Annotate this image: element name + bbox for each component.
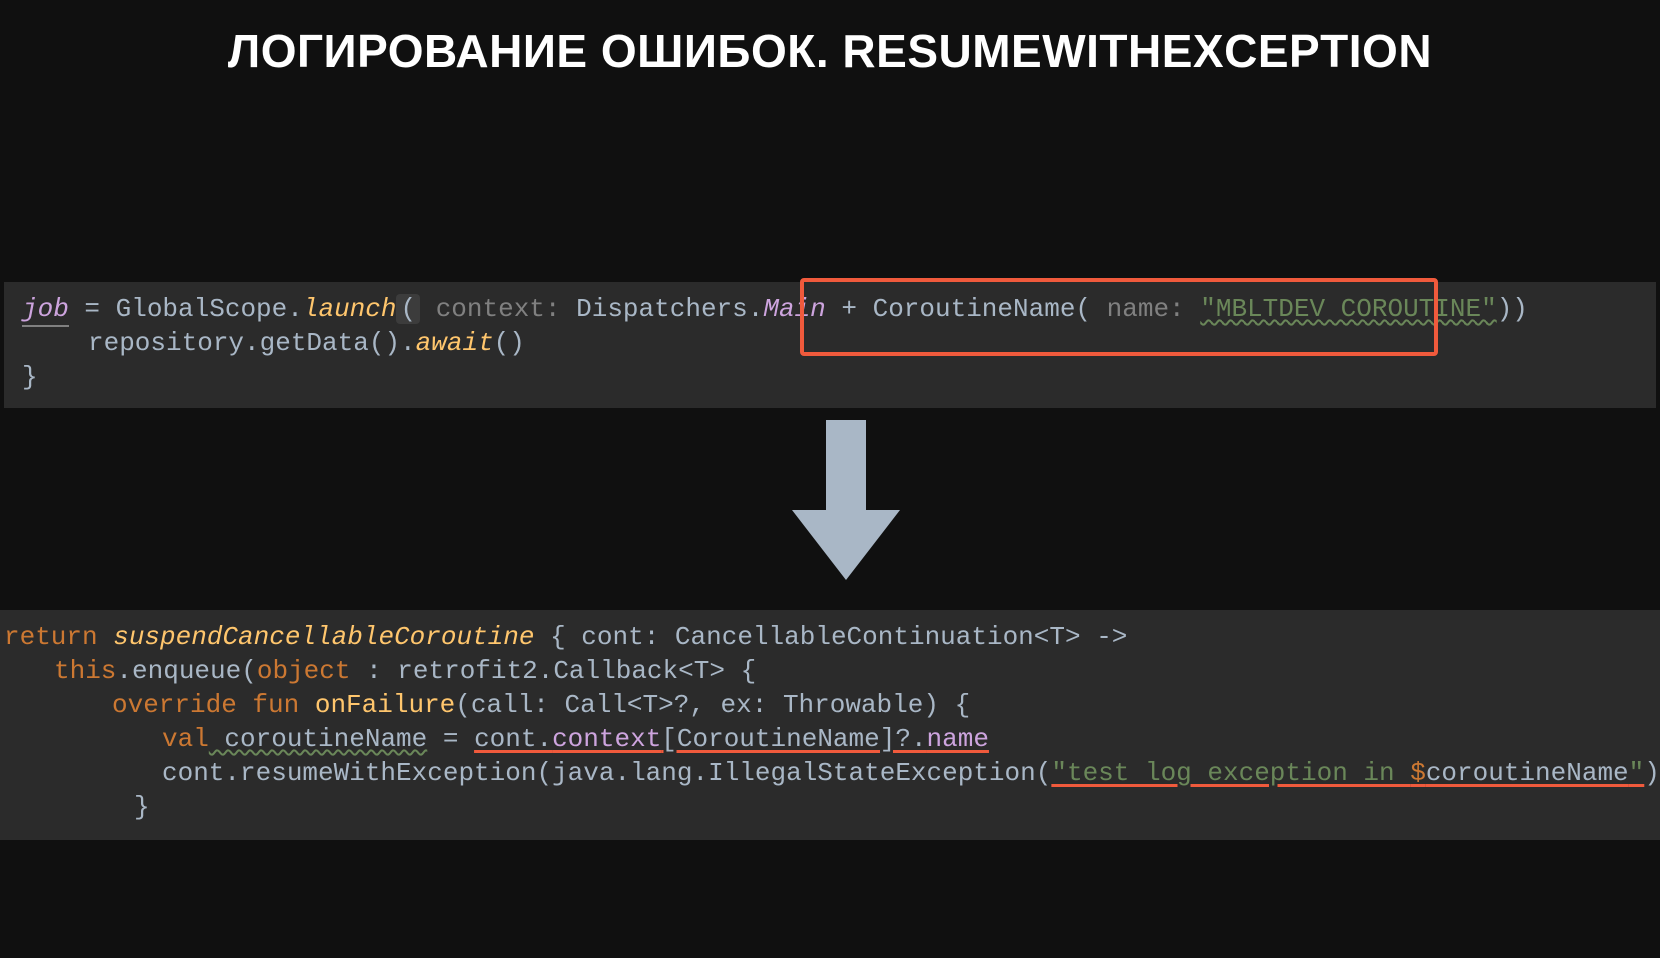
slide-title: ЛОГИРОВАНИЕ ОШИБОК. RESUMEWITHEXCEPTION bbox=[0, 0, 1660, 78]
down-arrow-icon bbox=[792, 420, 900, 580]
code-block-onfailure: return suspendCancellableCoroutine { con… bbox=[0, 610, 1660, 840]
code-line: this.enqueue(object : retrofit2.Callback… bbox=[4, 654, 1656, 688]
slide: ЛОГИРОВАНИЕ ОШИБОК. RESUMEWITHEXCEPTION … bbox=[0, 0, 1660, 958]
code-line: job = GlobalScope.launch( context: Dispa… bbox=[22, 292, 1638, 326]
code-line: cont.resumeWithException(java.lang.Illeg… bbox=[4, 756, 1656, 790]
code-line: repository.getData().await() bbox=[22, 326, 1638, 360]
code-line: } bbox=[22, 360, 1638, 394]
code-line: } bbox=[4, 790, 1656, 824]
code-line: val coroutineName = cont.context[Corouti… bbox=[4, 722, 1656, 756]
code-line: return suspendCancellableCoroutine { con… bbox=[4, 620, 1656, 654]
code-line: override fun onFailure(call: Call<T>?, e… bbox=[4, 688, 1656, 722]
code-block-launch: job = GlobalScope.launch( context: Dispa… bbox=[4, 282, 1656, 408]
